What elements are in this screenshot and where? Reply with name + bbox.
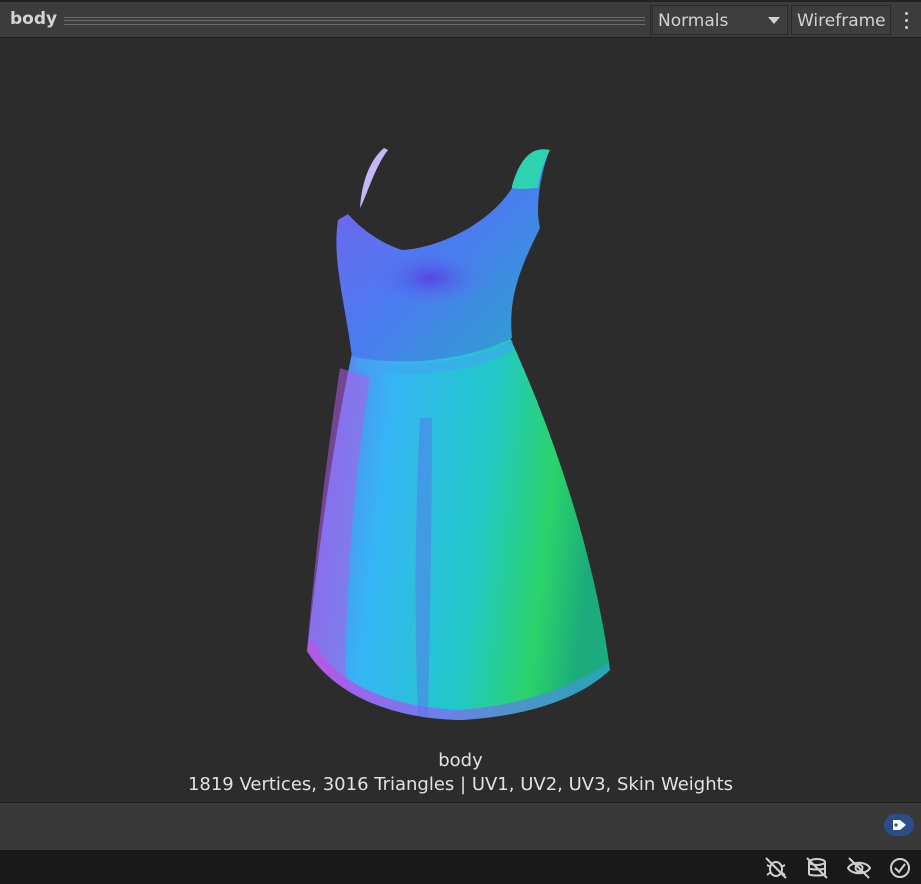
shading-mode-dropdown[interactable]: Normals [652, 5, 788, 35]
preview-header: body Normals Wireframe [0, 0, 921, 38]
mesh-name-label: body [438, 750, 483, 771]
shading-mode-value: Normals [658, 11, 729, 31]
wireframe-toggle[interactable]: Wireframe [791, 5, 891, 35]
dress-mesh-render [307, 148, 610, 720]
wireframe-label: Wireframe [797, 11, 886, 31]
mesh-preview-window: body Normals Wireframe body 1819 Vertice… [0, 0, 921, 884]
status-bar [0, 850, 921, 884]
check-circle-icon[interactable] [887, 855, 913, 881]
drag-handle[interactable] [64, 17, 645, 25]
asset-labels-bar [0, 802, 921, 850]
stack-icon[interactable] [804, 855, 830, 881]
bug-icon[interactable] [763, 855, 789, 881]
caret-down-icon [768, 17, 780, 24]
preview-title: body [10, 9, 58, 29]
preview-viewport[interactable]: body 1819 Vertices, 3016 Triangles | UV1… [0, 38, 921, 802]
header-divider [650, 4, 651, 36]
mesh-stats-label: 1819 Vertices, 3016 Triangles | UV1, UV2… [187, 774, 734, 795]
more-vertical-icon[interactable] [896, 8, 916, 34]
eye-off-icon[interactable] [846, 855, 872, 881]
tag-icon[interactable] [884, 814, 914, 836]
